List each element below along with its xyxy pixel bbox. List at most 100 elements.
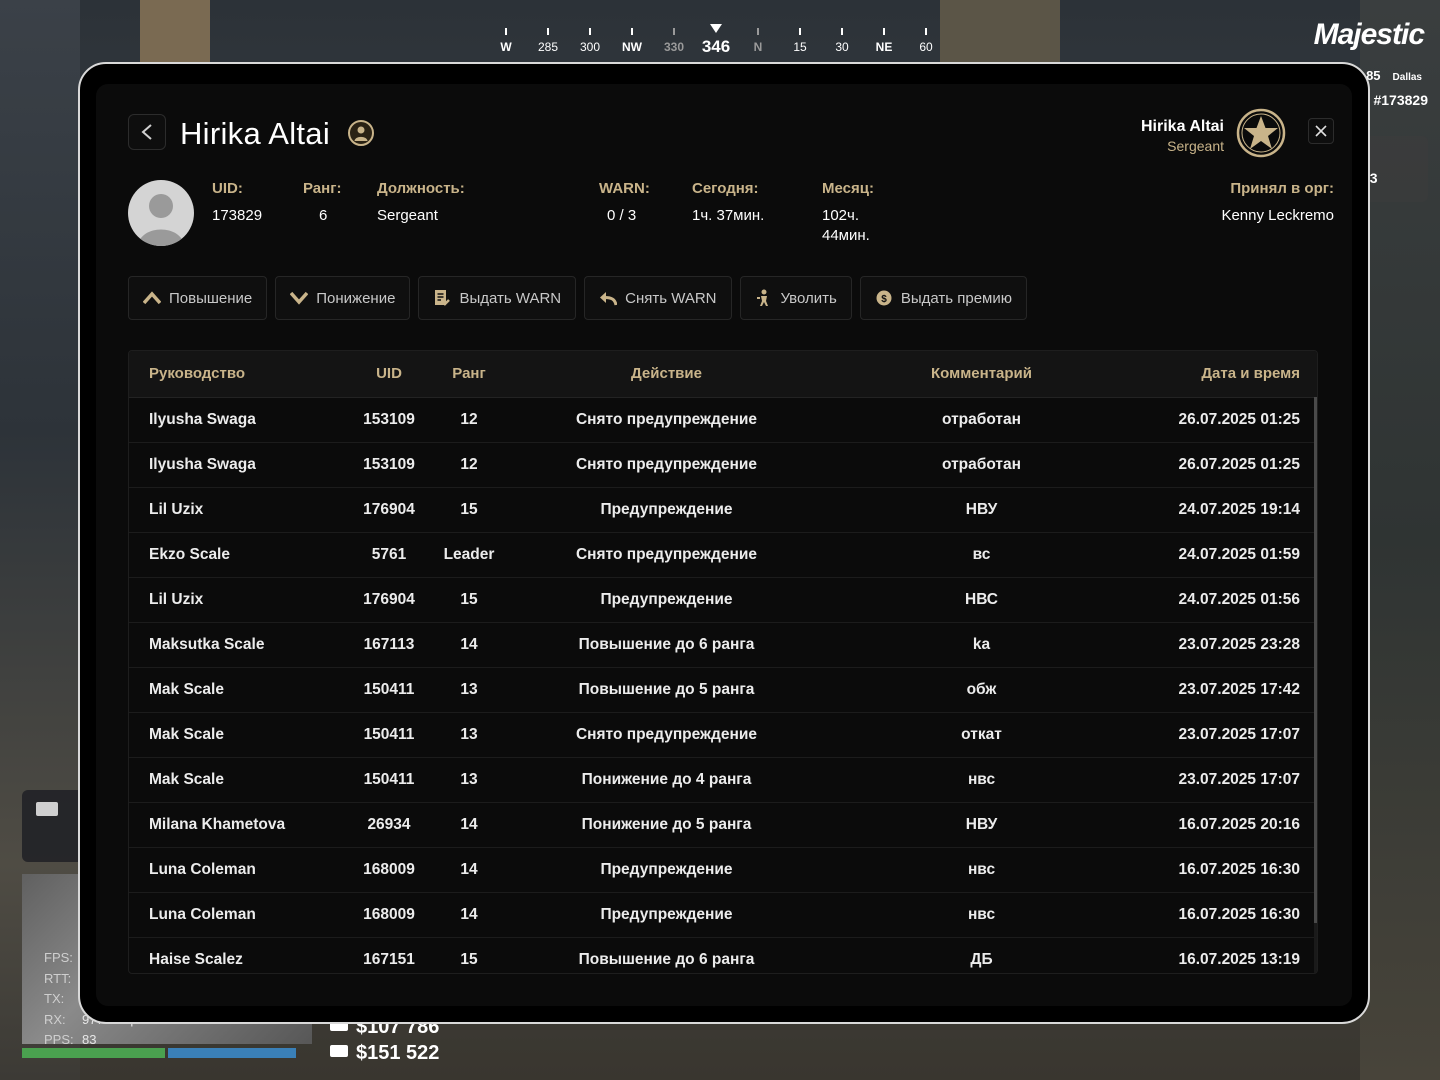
player-id: #173829	[1373, 92, 1428, 108]
avatar-placeholder-icon	[138, 194, 184, 246]
cell-leader: Lil Uzix	[129, 487, 339, 533]
star-badge-icon	[1236, 108, 1286, 158]
table-row[interactable]: Ilyusha Swaga 153109 12 Снято предупреждени…	[129, 442, 1317, 488]
cell-uid: 150411	[339, 712, 439, 758]
cell-action: Предупреждение	[499, 847, 834, 893]
brand-logo: Majestic	[1313, 18, 1425, 51]
reply-arrow-icon	[599, 289, 618, 307]
table-row[interactable]: Maksutka Scale 167113 14 Повышение до 6 ран…	[129, 622, 1317, 668]
current-user: Hirika Altai Sergeant	[1141, 118, 1224, 154]
compass-bar: W 285 300 NW 330 346 N 15 30 NE 60	[490, 22, 950, 62]
cell-datetime: 16.07.2025 20:16	[1129, 802, 1317, 848]
cell-datetime: 23.07.2025 17:07	[1129, 757, 1317, 803]
warn-label: WARN:	[599, 180, 650, 197]
table-row[interactable]: Haise Scalez 167151 15 Повышение до 6 ранга…	[129, 937, 1317, 973]
rank-value: 6	[319, 207, 328, 224]
rank-info: Ранг: 6	[303, 180, 341, 226]
promote-button[interactable]: Повышение	[128, 276, 268, 320]
table-row[interactable]: Milana Khametova 26934 14 Понижение до 5 ра…	[129, 802, 1317, 848]
back-button[interactable]	[128, 114, 166, 150]
position-value: Sergeant	[377, 207, 438, 224]
month-value: 102ч. 44мин.	[822, 206, 874, 246]
cell-leader: Mak Scale	[129, 667, 339, 713]
compass-tick: 285	[528, 28, 568, 54]
table-row[interactable]: Ilyusha Swaga 153109 12 Снято предупреждени…	[129, 397, 1317, 443]
cell-comment: ДБ	[834, 937, 1129, 973]
network-stat-label: RTT:	[44, 970, 72, 986]
cell-datetime: 24.07.2025 01:56	[1129, 577, 1317, 623]
tablet-frame: Hirika Altai Hirika Altai Sergeant UID: …	[78, 62, 1370, 1024]
give-warn-button[interactable]: Выдать WARN	[418, 276, 577, 320]
table-row[interactable]: Mak Scale 150411 13 Повышение до 5 ранга обж…	[129, 667, 1317, 713]
compass-tick: W	[486, 28, 526, 54]
cell-rank: 14	[439, 802, 499, 848]
person-icon	[354, 126, 368, 141]
user-profile-icon[interactable]	[348, 120, 374, 146]
cell-comment: НВУ	[834, 487, 1129, 533]
cell-comment: нвс	[834, 892, 1129, 938]
month-info: Месяц: 102ч. 44мин.	[822, 180, 874, 246]
month-hours: 102ч.	[822, 207, 860, 224]
scrollbar-thumb[interactable]	[1314, 397, 1317, 923]
header-comment[interactable]: Комментарий	[834, 351, 1129, 398]
cell-rank: 15	[439, 577, 499, 623]
header-action[interactable]: Действие	[499, 351, 834, 398]
current-user-rank: Sergeant	[1167, 138, 1224, 154]
compass-tick: NE	[864, 28, 904, 54]
cell-leader: Lil Uzix	[129, 577, 339, 623]
header-datetime[interactable]: Дата и время	[1129, 351, 1317, 398]
cell-rank: 13	[439, 757, 499, 803]
coin-icon: $	[875, 289, 893, 307]
cell-action: Понижение до 4 ранга	[499, 757, 834, 803]
uid-value: 173829	[212, 207, 263, 224]
chevron-down-icon	[290, 289, 309, 307]
accepted-value: Kenny Leckremo	[1221, 207, 1334, 224]
money-bank-value: $151 522	[356, 1042, 440, 1064]
table-row[interactable]: Luna Coleman 168009 14 Предупреждение нвс 16.…	[129, 847, 1317, 893]
cell-uid: 153109	[339, 442, 439, 488]
remove-warn-label: Снять WARN	[625, 289, 717, 307]
cell-action: Повышение до 6 ранга	[499, 622, 834, 668]
server-info: 85 Dallas	[1366, 68, 1422, 83]
month-label: Месяц:	[822, 180, 874, 197]
header-rank[interactable]: Ранг	[439, 351, 499, 398]
compass-tick: NW	[612, 28, 652, 54]
header-leader[interactable]: Руководство	[129, 351, 339, 398]
fire-button[interactable]: Уволить	[739, 276, 852, 320]
cell-uid: 153109	[339, 397, 439, 443]
table-row[interactable]: Ekzo Scale 5761 Leader Снято предупреждение…	[129, 532, 1317, 578]
network-stat-label: FPS:	[44, 950, 73, 965]
today-info: Сегодня: 1ч. 37мин.	[692, 180, 764, 226]
cell-uid: 150411	[339, 757, 439, 803]
close-button[interactable]	[1308, 118, 1334, 144]
month-minutes: 44мин.	[822, 227, 870, 244]
demote-button[interactable]: Понижение	[275, 276, 411, 320]
cell-leader: Maksutka Scale	[129, 622, 339, 668]
table-row[interactable]: Mak Scale 150411 13 Понижение до 4 ранга нвс…	[129, 757, 1317, 803]
document-edit-icon	[433, 289, 451, 307]
cell-datetime: 23.07.2025 23:28	[1129, 622, 1317, 668]
position-label: Должность:	[377, 180, 465, 197]
cell-comment: ka	[834, 622, 1129, 668]
header-uid[interactable]: UID	[339, 351, 439, 398]
cell-action: Понижение до 5 ранга	[499, 802, 834, 848]
cell-rank: 14	[439, 847, 499, 893]
table-row[interactable]: Lil Uzix 176904 15 Предупреждение НВУ 24.07.2…	[129, 487, 1317, 533]
cell-comment: обж	[834, 667, 1129, 713]
warn-info: WARN: 0 / 3	[599, 180, 650, 226]
accepted-info: Принял в орг: Kenny Leckremo	[1221, 180, 1334, 226]
table-row[interactable]: Mak Scale 150411 13 Снято предупреждение отк…	[129, 712, 1317, 758]
remove-warn-button[interactable]: Снять WARN	[584, 276, 732, 320]
chevron-up-icon	[143, 289, 161, 307]
table-row[interactable]: Lil Uzix 176904 15 Предупреждение НВС 24.07.2…	[129, 577, 1317, 623]
table-row[interactable]: Luna Coleman 168009 14 Предупреждение нвс 16.…	[129, 892, 1317, 938]
give-bonus-button[interactable]: $ Выдать премию	[859, 276, 1027, 320]
cell-comment: откат	[834, 712, 1129, 758]
cell-datetime: 24.07.2025 19:14	[1129, 487, 1317, 533]
promote-label: Повышение	[169, 289, 253, 307]
camera-icon	[36, 802, 58, 816]
uid-info: UID: 173829	[212, 180, 262, 226]
cell-datetime: 26.07.2025 01:25	[1129, 442, 1317, 488]
compass-tick: 330	[654, 28, 694, 54]
cell-comment: отработан	[834, 397, 1129, 443]
